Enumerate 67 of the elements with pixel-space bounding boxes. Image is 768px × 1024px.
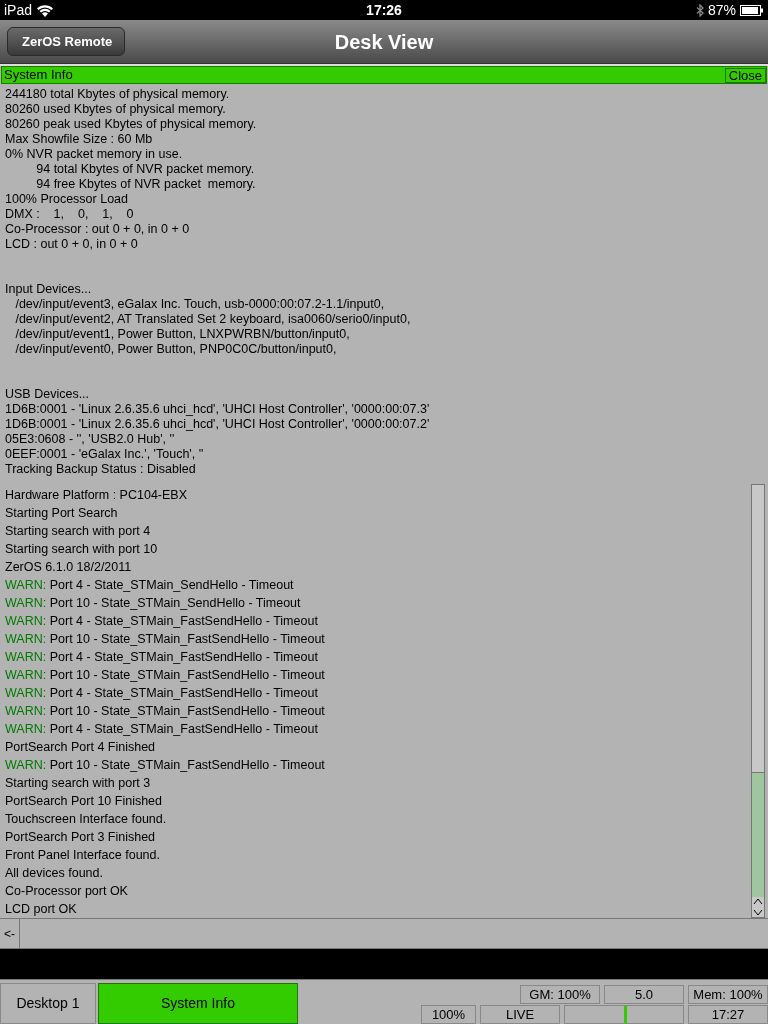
log-line: PortSearch Port 3 Finished xyxy=(5,829,157,846)
info-line: 05E3:0608 - '', 'USB2.0 Hub', '' xyxy=(5,432,176,447)
info-line: 0EEF:0001 - 'eGalax Inc.', 'Touch', '' xyxy=(5,447,205,462)
log-line: PortSearch Port 4 Finished xyxy=(5,739,157,756)
info-line: Co-Processor : out 0 + 0, in 0 + 0 xyxy=(5,222,191,237)
clock-cell: 17:27 xyxy=(688,1005,768,1024)
log-line: Co-Processor port OK xyxy=(5,883,129,900)
info-line: 80260 peak used Kbytes of physical memory. xyxy=(5,117,258,132)
panel-title: System Info xyxy=(3,66,73,85)
info-line: 80260 used Kbytes of physical memory. xyxy=(5,102,227,117)
battery-percent: 87% xyxy=(707,0,736,20)
nav-title: Desk View xyxy=(334,29,434,55)
back-button[interactable]: ZerOS Remote xyxy=(7,27,126,56)
log-line: All devices found. xyxy=(5,865,104,882)
info-line: 94 total Kbytes of NVR packet memory. xyxy=(35,162,256,177)
info-line: 244180 total Kbytes of physical memory. xyxy=(5,87,231,102)
log-line: WARN: Port 10 - State_STMain_FastSendHello - Timeout xyxy=(5,631,326,648)
status-time: 17:26 xyxy=(366,0,402,20)
rate-cell: 5.0 xyxy=(604,985,684,1004)
info-line: 1D6B:0001 - 'Linux 2.6.35.6 uhci_hcd', 'UHCI Host Controller', '0000:00:07.3' xyxy=(5,402,431,417)
percent-cell: 100% xyxy=(421,1005,476,1024)
info-line: /dev/input/event0, Power Button, PNP0C0C/button/input0, xyxy=(14,342,338,357)
scroll-up-icon[interactable] xyxy=(752,897,764,907)
log-line: Starting search with port 10 xyxy=(5,541,159,558)
log-line: WARN: Port 10 - State_STMain_FastSendHello - Timeout xyxy=(5,757,326,774)
log-line: Starting search with port 4 xyxy=(5,523,152,540)
desktop-tab[interactable]: Desktop 1 xyxy=(0,983,96,1024)
log-line: WARN: Port 4 - State_STMain_FastSendHello - Timeout xyxy=(5,649,319,666)
log-line: ZerOS 6.1.0 18/2/2011 xyxy=(5,559,133,576)
battery-icon xyxy=(740,4,764,16)
desktop-tab[interactable]: System Info xyxy=(98,983,298,1024)
info-line: 1D6B:0001 - 'Linux 2.6.35.6 uhci_hcd', 'UHCI Host Controller', '0000:00:07.2' xyxy=(5,417,431,432)
log-line: WARN: Port 10 - State_STMain_SendHello - Timeout xyxy=(5,595,302,612)
info-line: Tracking Backup Status : Disabled xyxy=(5,462,197,477)
log-line: WARN: Port 10 - State_STMain_FastSendHello - Timeout xyxy=(5,703,326,720)
info-line: /dev/input/event2, AT Translated Set 2 keyboard, isa0060/serio0/input0, xyxy=(14,312,412,327)
device-name: iPad xyxy=(4,0,33,20)
log-line: WARN: Port 10 - State_STMain_FastSendHello - Timeout xyxy=(5,667,326,684)
log-line: Hardware Platform : PC104-EBX xyxy=(5,487,188,504)
log-line: WARN: Port 4 - State_STMain_SendHello - Timeout xyxy=(5,577,295,594)
memory-cell: Mem: 100% xyxy=(688,985,768,1004)
close-button[interactable]: Close xyxy=(724,67,766,83)
info-line: /dev/input/event3, eGalax Inc. Touch, usb-0000:00:07.2-1.1/input0, xyxy=(14,297,386,312)
info-line: Input Devices... xyxy=(5,282,93,297)
log-line: WARN: Port 4 - State_STMain_FastSendHello - Timeout xyxy=(5,721,319,738)
scroll-thumb[interactable] xyxy=(752,772,764,897)
info-line: /dev/input/event1, Power Button, LNXPWRBN/button/input0, xyxy=(14,327,351,342)
info-line: USB Devices... xyxy=(5,387,91,402)
log-line: LCD port OK xyxy=(5,901,78,918)
log-line: WARN: Port 4 - State_STMain_FastSendHello - Timeout xyxy=(5,613,319,630)
info-line: DMX : 1, 0, 1, 0 xyxy=(5,207,135,222)
info-line: LCD : out 0 + 0, in 0 + 0 xyxy=(5,237,139,252)
info-line: 0% NVR packet memory in use. xyxy=(5,147,184,162)
log-line: Starting Port Search xyxy=(5,505,119,522)
grand-master-cell: GM: 100% xyxy=(520,985,600,1004)
wifi-icon xyxy=(36,3,55,17)
info-line: Max Showfile Size : 60 Mb xyxy=(5,132,154,147)
log-line: Front Panel Interface found. xyxy=(5,847,161,864)
info-line: 100% Processor Load xyxy=(5,192,129,207)
scroll-down-icon[interactable] xyxy=(752,907,764,917)
log-line: Touchscreen Interface found. xyxy=(5,811,168,828)
mode-cell: LIVE xyxy=(480,1005,560,1024)
log-line: WARN: Port 4 - State_STMain_FastSendHello - Timeout xyxy=(5,685,319,702)
log-line: Starting search with port 3 xyxy=(5,775,152,792)
log-line: PortSearch Port 10 Finished xyxy=(5,793,164,810)
info-line: 94 free Kbytes of NVR packet memory. xyxy=(35,177,257,192)
bluetooth-icon xyxy=(695,3,704,17)
